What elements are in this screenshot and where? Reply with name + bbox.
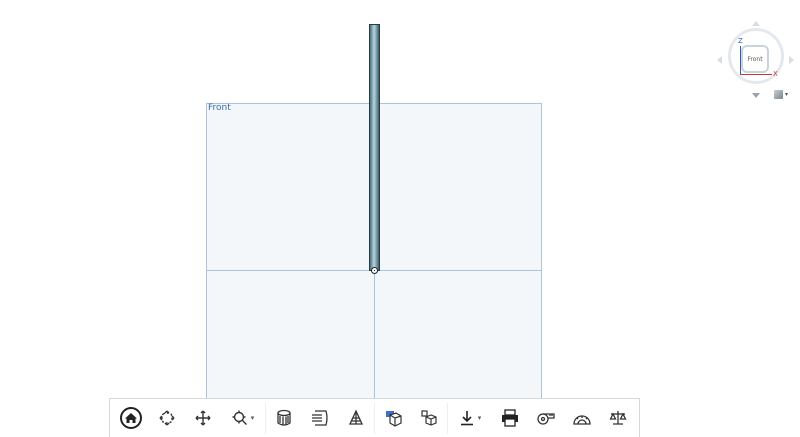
protractor-button[interactable] bbox=[564, 403, 600, 434]
rotate-left-arrow-icon[interactable] bbox=[717, 56, 722, 64]
home-button[interactable] bbox=[113, 403, 149, 434]
view-cube-toggle-button[interactable] bbox=[375, 403, 411, 434]
z-axis-line bbox=[740, 46, 741, 74]
model-browser-button[interactable] bbox=[411, 403, 447, 434]
protractor-icon bbox=[573, 415, 591, 425]
exploded-view-button[interactable] bbox=[338, 403, 374, 434]
explode-icon bbox=[348, 409, 364, 425]
pan-button[interactable] bbox=[185, 403, 221, 434]
view-cube-front-face[interactable]: Front bbox=[741, 45, 769, 73]
view-cube[interactable]: Front Z X ▾ bbox=[716, 20, 796, 102]
print-icon bbox=[502, 409, 518, 427]
chevron-down-icon: ▾ bbox=[250, 414, 255, 422]
measure-button[interactable] bbox=[528, 403, 564, 434]
download-icon bbox=[460, 411, 473, 426]
chevron-down-icon: ▾ bbox=[785, 90, 789, 98]
view-cube-icon bbox=[386, 411, 402, 427]
tape-measure-icon bbox=[537, 413, 555, 425]
rotate-up-arrow-icon[interactable] bbox=[752, 21, 760, 26]
display-style-button[interactable] bbox=[266, 403, 302, 434]
home-icon bbox=[120, 407, 142, 429]
print-button[interactable] bbox=[492, 403, 528, 434]
x-axis-label: X bbox=[773, 70, 778, 78]
zoom-icon bbox=[232, 410, 247, 425]
view-cube-menu[interactable]: ▾ bbox=[774, 88, 794, 100]
scale-icon bbox=[609, 411, 627, 425]
rotate-down-arrow-icon[interactable] bbox=[752, 93, 760, 98]
model-browser-icon bbox=[421, 410, 437, 426]
zoom-button[interactable]: ▾ bbox=[221, 403, 265, 434]
section-button[interactable] bbox=[302, 403, 338, 434]
section-icon bbox=[312, 410, 328, 426]
x-axis-line bbox=[740, 74, 772, 75]
orbit-icon bbox=[159, 410, 175, 426]
3d-viewport[interactable]: Front Front Z X ▾ ▾ ▾ bbox=[0, 0, 800, 437]
cylinder-part[interactable] bbox=[369, 24, 380, 271]
download-button[interactable]: ▾ bbox=[448, 403, 492, 434]
cube-icon bbox=[774, 89, 783, 99]
bottom-toolbar: ▾ ▾ bbox=[109, 398, 640, 437]
front-plane-label: Front bbox=[208, 103, 231, 113]
mass-properties-button[interactable] bbox=[600, 403, 636, 434]
rotate-right-arrow-icon[interactable] bbox=[789, 56, 794, 64]
chevron-down-icon: ▾ bbox=[477, 414, 482, 422]
pan-icon bbox=[195, 410, 211, 426]
z-axis-label: Z bbox=[738, 37, 743, 45]
origin-marker bbox=[371, 267, 378, 274]
display-style-icon bbox=[277, 409, 291, 426]
orbit-button[interactable] bbox=[149, 403, 185, 434]
